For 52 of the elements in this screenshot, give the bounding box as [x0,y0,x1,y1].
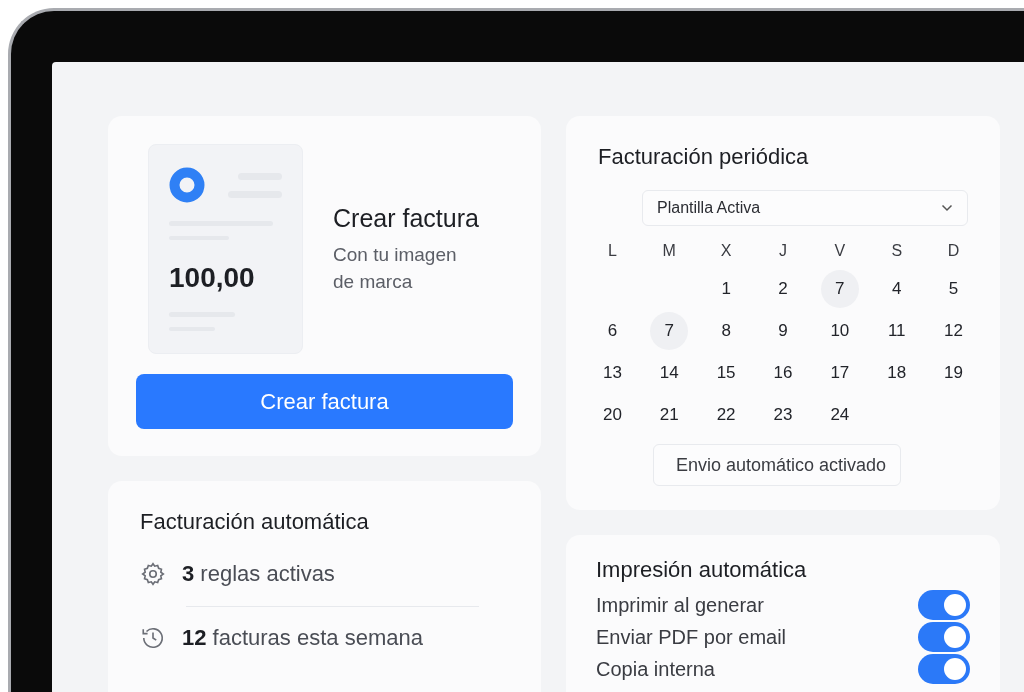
clock-icon [140,625,166,651]
stat-text: 12 facturas esta semana [182,625,423,651]
weekday-label: S [891,241,903,261]
calendar-day[interactable]: 12 [934,312,973,350]
calendar-day[interactable]: 19 [934,354,973,392]
weekday-label: V [834,241,846,261]
calendar-day[interactable]: 2 [764,270,802,308]
calendar-day[interactable]: 16 [764,354,802,392]
card-title: Impresión automática [596,557,808,583]
calendar-day[interactable]: 10 [820,312,859,350]
weekday-label: D [947,241,960,261]
calendar-day[interactable]: 18 [877,354,916,392]
calendar-day[interactable]: 1 [707,270,746,308]
toggle-switch[interactable] [918,590,970,620]
calendar-day[interactable]: 20 [593,396,632,434]
calendar-day[interactable]: 23 [764,396,802,434]
calendar-day[interactable]: 7 [650,312,689,350]
auto-send-status-button[interactable]: Envio automático activado [652,444,902,486]
gear-icon [140,561,166,587]
template-dropdown[interactable]: Plantilla Activa [642,190,968,226]
card-title: Facturación automática [140,509,370,535]
calendar-day[interactable]: 7 [820,270,859,308]
toggle-switch[interactable] [918,622,970,652]
weekday-label: X [720,241,732,261]
calendar-day[interactable]: 22 [707,396,746,434]
calendar-day[interactable]: 13 [593,354,632,392]
toggle-switch[interactable] [918,654,970,684]
option-label: Enviar PDF por email [596,625,787,649]
option-label: Imprimir al generar [596,593,764,617]
weekday-label: J [779,241,787,261]
calendar-day[interactable]: 24 [820,396,859,434]
logo-ring-icon [169,167,205,203]
chevron-down-icon [941,204,953,212]
calendar-day[interactable]: 8 [707,312,746,350]
calendar-day[interactable]: 5 [934,270,973,308]
weekday-label: M [662,241,676,261]
card-subtitle: Con tu imagen de marca [333,242,458,294]
invoice-amount: 100,00 [169,262,256,294]
card-title: Crear factura [333,203,479,233]
calendar-day[interactable]: 4 [877,270,916,308]
calendar-day[interactable]: 6 [593,312,632,350]
create-invoice-button[interactable]: Crear factura [136,374,513,429]
option-label: Copia interna [596,657,715,681]
calendar-day[interactable]: 21 [650,396,689,434]
calendar-day[interactable]: 17 [820,354,859,392]
calendar-day[interactable]: 15 [707,354,746,392]
calendar-day[interactable]: 14 [650,354,689,392]
card-title: Facturación periódica [598,144,810,170]
calendar-day[interactable]: 11 [877,312,916,350]
weekday-label: L [607,241,617,261]
stat-text: 3 reglas activas [182,561,335,587]
calendar-day[interactable]: 9 [764,312,802,350]
